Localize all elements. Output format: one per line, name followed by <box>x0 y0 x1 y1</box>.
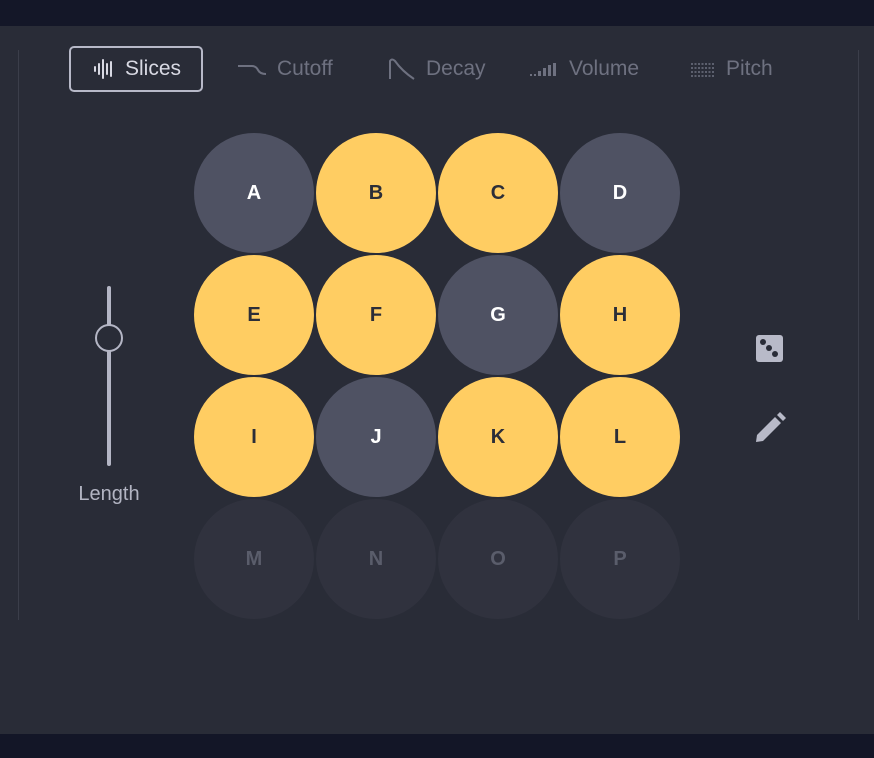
pad-c[interactable]: C <box>438 133 558 253</box>
pad-g[interactable]: G <box>438 255 558 375</box>
pad-p: P <box>560 499 680 619</box>
pad-grid: A B C D E F G H I J K L M N O P <box>194 133 682 621</box>
pad-b[interactable]: B <box>316 133 436 253</box>
pad-d[interactable]: D <box>560 133 680 253</box>
pad-label: E <box>247 303 261 326</box>
tab-bar: Slices Cutoff Decay Volume Pitch <box>0 26 874 116</box>
length-slider-track[interactable] <box>107 286 111 466</box>
pad-label: K <box>490 425 506 448</box>
pad-label: O <box>490 547 506 570</box>
tab-cutoff[interactable]: Cutoff <box>237 46 333 92</box>
volume-bars-icon <box>529 61 559 77</box>
waveform-icon <box>93 58 115 80</box>
pencil-icon[interactable] <box>753 411 787 445</box>
pad-label: H <box>612 303 628 326</box>
panel-divider-right <box>858 50 859 620</box>
tab-decay[interactable]: Decay <box>388 46 486 92</box>
pad-label: C <box>490 181 506 204</box>
dice-icon[interactable] <box>756 335 783 362</box>
pad-o: O <box>438 499 558 619</box>
pad-label: P <box>613 547 627 570</box>
pitch-lines-icon <box>690 61 716 77</box>
tab-slices-label: Slices <box>125 57 182 80</box>
length-slider-handle[interactable] <box>95 324 123 352</box>
pad-l[interactable]: L <box>560 377 680 497</box>
pad-k[interactable]: K <box>438 377 558 497</box>
length-label: Length <box>78 483 140 505</box>
sequencer-panel: Slices Cutoff Decay Volume Pitch Length … <box>0 26 874 734</box>
pad-label: L <box>613 425 627 448</box>
pad-label: A <box>246 181 262 204</box>
length-slider[interactable] <box>94 286 124 466</box>
panel-divider-left <box>18 50 19 620</box>
tab-slices[interactable]: Slices <box>69 46 204 92</box>
pad-label: D <box>612 181 628 204</box>
pad-m: M <box>194 499 314 619</box>
pad-h[interactable]: H <box>560 255 680 375</box>
tab-decay-label: Decay <box>426 57 486 80</box>
pad-j[interactable]: J <box>316 377 436 497</box>
tab-volume-label: Volume <box>569 57 640 80</box>
pad-i[interactable]: I <box>194 377 314 497</box>
decay-curve-icon <box>388 57 416 81</box>
pad-label: N <box>368 547 384 570</box>
top-background <box>0 0 874 26</box>
pad-label: G <box>490 303 506 326</box>
pad-f[interactable]: F <box>316 255 436 375</box>
tab-volume[interactable]: Volume <box>529 46 639 92</box>
bottom-background <box>0 734 874 758</box>
pad-label: F <box>369 303 383 326</box>
cutoff-curve-icon <box>237 62 267 76</box>
tab-pitch-label: Pitch <box>726 57 773 80</box>
pad-n: N <box>316 499 436 619</box>
pad-label: M <box>245 547 263 570</box>
pad-label: I <box>251 425 257 448</box>
pad-e[interactable]: E <box>194 255 314 375</box>
pad-a[interactable]: A <box>194 133 314 253</box>
tab-cutoff-label: Cutoff <box>277 57 333 80</box>
pad-label: B <box>368 181 384 204</box>
tab-pitch[interactable]: Pitch <box>690 46 773 92</box>
pad-label: J <box>370 425 382 448</box>
